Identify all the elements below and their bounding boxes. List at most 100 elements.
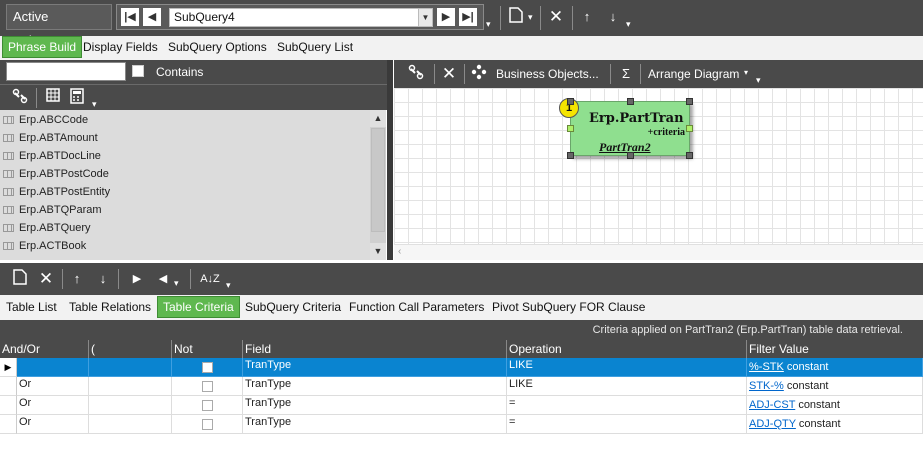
new-document-icon[interactable] (10, 269, 30, 291)
chevron-down-icon[interactable]: ▼ (418, 9, 432, 26)
filter-value-cell[interactable]: %-STK constant (747, 358, 923, 377)
link-icon[interactable] (406, 64, 426, 86)
list-item[interactable]: Erp.ABTPostCode (0, 165, 370, 183)
table-row[interactable]: Or TranType = ADJ-QTY constant (0, 415, 923, 434)
query-diagram-canvas[interactable]: 1 Erp.PartTran +criteria PartTran2 (394, 88, 923, 260)
diagram-horizontal-scrollbar[interactable]: ‹ (394, 244, 923, 260)
scroll-up-icon[interactable]: ▲ (370, 110, 386, 127)
list-item[interactable]: Erp.ABTAmount (0, 129, 370, 147)
table-row[interactable]: Or TranType LIKE STK-% constant (0, 377, 923, 396)
link-icon[interactable] (10, 88, 30, 110)
resize-handle[interactable] (567, 152, 574, 159)
row-selector[interactable] (0, 415, 17, 434)
new-document-icon[interactable] (506, 7, 526, 29)
and-or-cell[interactable]: Or (17, 396, 89, 415)
list-item[interactable]: Erp.ABCCode (0, 111, 370, 129)
row-selector[interactable] (0, 396, 17, 415)
delete-icon[interactable]: ✕ (36, 269, 56, 289)
column-header-field[interactable]: Field (243, 340, 507, 358)
scroll-down-icon[interactable]: ▼ (370, 243, 386, 260)
column-header-and-or[interactable]: And/Or (0, 340, 89, 358)
contains-checkbox[interactable] (132, 65, 144, 77)
operation-cell[interactable]: = (507, 415, 747, 434)
resize-handle[interactable] (686, 98, 693, 105)
and-or-cell[interactable] (17, 358, 89, 377)
sort-dropdown-icon[interactable]: ▾ (226, 275, 231, 295)
resize-handle[interactable] (686, 125, 693, 132)
nav-overflow-icon[interactable]: ▾ (486, 14, 491, 34)
move-up-icon[interactable]: ↑ (68, 269, 86, 289)
tab-function-call-parameters[interactable]: Function Call Parameters (344, 296, 489, 318)
filter-value-link[interactable]: ADJ-CST (749, 399, 795, 411)
column-header-open-paren[interactable]: ( (89, 340, 172, 358)
resize-handle[interactable] (567, 98, 574, 105)
indent-left-icon[interactable]: ◀ (154, 269, 172, 289)
panel-splitter[interactable] (387, 60, 393, 260)
scroll-thumb[interactable] (371, 128, 385, 232)
tab-display-fields[interactable]: Display Fields (78, 36, 163, 58)
resize-handle[interactable] (686, 152, 693, 159)
and-or-cell[interactable]: Or (17, 415, 89, 434)
new-dropdown-icon[interactable]: ▾ (528, 7, 533, 27)
row-selector[interactable] (0, 377, 17, 396)
move-up-icon[interactable]: ↑ (578, 7, 596, 27)
table-row[interactable]: TranType LIKE %-STK constant ▶ (0, 358, 923, 377)
tab-pivot-subquery[interactable]: Pivot SubQuery FOR Clause (487, 296, 650, 318)
indent-right-icon[interactable]: ▶ (128, 269, 146, 289)
resize-handle[interactable] (627, 152, 634, 159)
column-header-not[interactable]: Not (172, 340, 243, 358)
field-cell[interactable]: TranType (243, 396, 507, 415)
column-header-operation[interactable]: Operation (507, 340, 747, 358)
not-cell[interactable] (172, 377, 243, 396)
not-checkbox[interactable] (202, 400, 213, 411)
open-paren-cell[interactable] (89, 415, 172, 434)
previous-record-icon[interactable]: ◀ (143, 8, 161, 26)
not-cell[interactable] (172, 396, 243, 415)
resize-handle[interactable] (627, 98, 634, 105)
not-cell[interactable] (172, 358, 243, 377)
field-cell[interactable]: TranType (243, 415, 507, 434)
not-checkbox[interactable] (202, 362, 213, 373)
arrange-diagram-button[interactable]: Arrange Diagram (648, 64, 739, 84)
first-record-icon[interactable]: |◀ (121, 8, 139, 26)
filter-value-cell[interactable]: ADJ-CST constant (747, 396, 923, 415)
sum-icon[interactable]: Σ (618, 64, 634, 84)
and-or-cell[interactable]: Or (17, 377, 89, 396)
business-objects-button[interactable]: Business Objects... (496, 64, 599, 84)
toolbar-overflow-icon[interactable]: ▾ (756, 70, 761, 90)
next-record-icon[interactable]: ▶ (437, 8, 455, 26)
field-cell[interactable]: TranType (243, 358, 507, 377)
operation-cell[interactable]: LIKE (507, 377, 747, 396)
open-paren-cell[interactable] (89, 358, 172, 377)
tab-subquery-criteria[interactable]: SubQuery Criteria (240, 296, 346, 318)
arrange-dropdown-icon[interactable]: ▾ (744, 63, 748, 83)
filter-value-link[interactable]: STK-% (749, 380, 784, 392)
field-cell[interactable]: TranType (243, 377, 507, 396)
resize-handle[interactable] (567, 125, 574, 132)
tab-table-relations[interactable]: Table Relations (64, 296, 156, 318)
table-row[interactable]: Or TranType = ADJ-CST constant (0, 396, 923, 415)
list-item[interactable]: Erp.ABTPostEntity (0, 183, 370, 201)
last-record-icon[interactable]: ▶| (459, 8, 477, 26)
column-header-filter-value[interactable]: Filter Value (747, 340, 923, 358)
indent-dropdown-icon[interactable]: ▾ (174, 273, 179, 293)
calculator-icon[interactable] (68, 88, 86, 110)
not-checkbox[interactable] (202, 381, 213, 392)
sort-az-icon[interactable]: A↓Z (198, 269, 222, 289)
list-item[interactable]: Erp.ACTBook (0, 237, 370, 255)
move-down-icon[interactable]: ↓ (604, 7, 622, 27)
list-item[interactable]: Erp.ABTDocLine (0, 147, 370, 165)
list-item[interactable]: Erp.ABTQParam (0, 201, 370, 219)
open-paren-cell[interactable] (89, 377, 172, 396)
open-paren-cell[interactable] (89, 396, 172, 415)
tab-table-list[interactable]: Table List (1, 296, 62, 318)
filter-value-link[interactable]: %-STK (749, 361, 784, 373)
table-node-parttran[interactable]: 1 Erp.PartTran +criteria PartTran2 (559, 98, 693, 159)
filter-value-cell[interactable]: STK-% constant (747, 377, 923, 396)
operation-cell[interactable]: LIKE (507, 358, 747, 377)
tab-phrase-build[interactable]: Phrase Build (2, 36, 83, 58)
list-item[interactable]: Erp.ABTQuery (0, 219, 370, 237)
operation-cell[interactable]: = (507, 396, 747, 415)
delete-icon[interactable]: ✕ (438, 64, 460, 84)
filter-value-link[interactable]: ADJ-QTY (749, 418, 796, 430)
